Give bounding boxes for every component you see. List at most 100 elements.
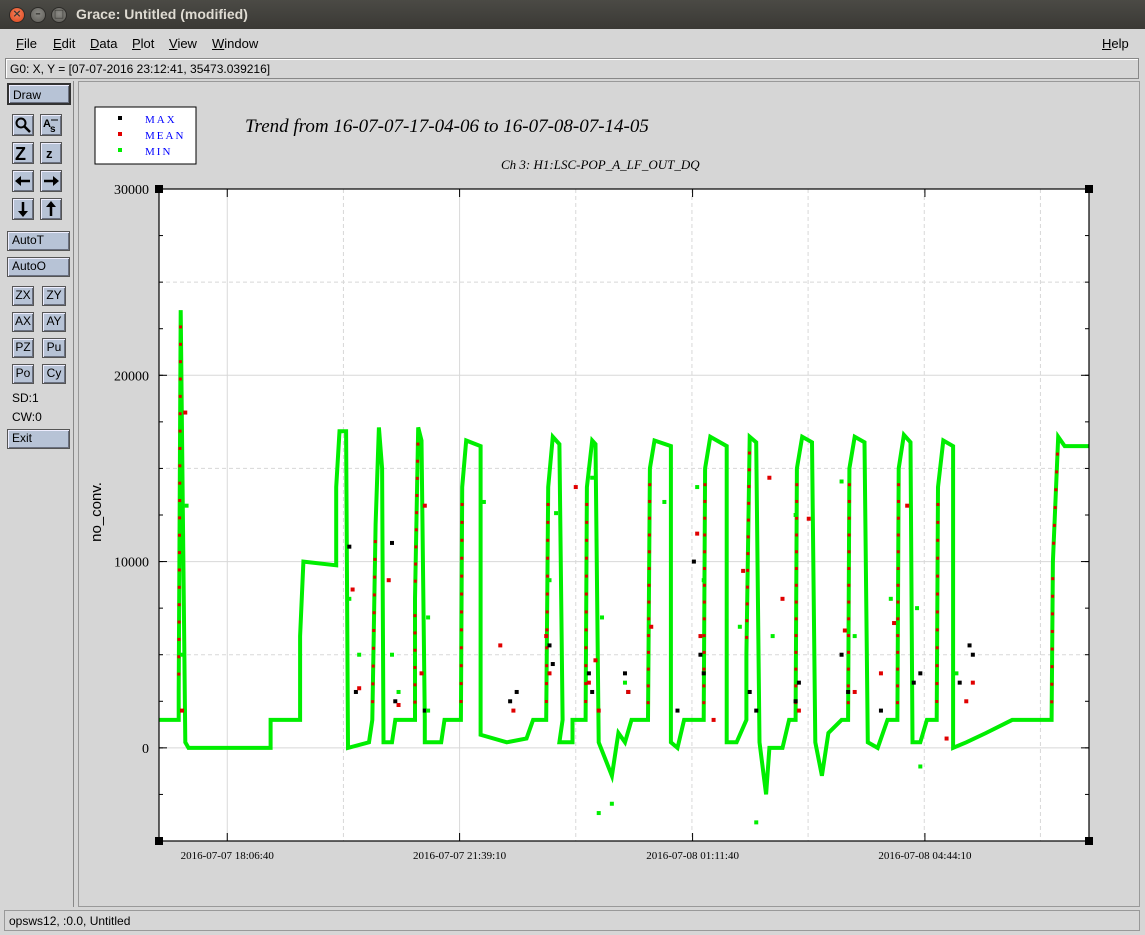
mean-point <box>585 520 589 524</box>
ay-button[interactable]: AY <box>42 312 66 332</box>
draw-button[interactable]: Draw <box>7 83 71 105</box>
mean-point <box>177 655 181 659</box>
mean-point <box>745 602 749 606</box>
minimize-icon: – <box>35 7 41 20</box>
min-point <box>852 634 857 639</box>
close-icon: × <box>12 7 22 20</box>
min-point <box>915 606 920 611</box>
mean-point <box>648 499 652 503</box>
mean-point <box>767 475 772 480</box>
scroll-right-button[interactable] <box>40 170 62 192</box>
mean-point <box>896 516 900 520</box>
svg-text:z: z <box>46 146 53 161</box>
max-point <box>839 652 844 657</box>
mean-point <box>847 533 851 537</box>
mean-point <box>416 442 420 446</box>
mean-point <box>745 619 749 623</box>
zx-button[interactable]: ZX <box>12 286 34 306</box>
min-point <box>357 652 362 657</box>
mean-point <box>646 650 650 654</box>
min-point <box>426 615 431 620</box>
mean-point <box>371 700 375 704</box>
max-point <box>747 689 752 694</box>
mean-point <box>414 528 418 532</box>
mean-point <box>847 567 851 571</box>
mean-point <box>794 684 798 688</box>
menu-view[interactable]: View <box>169 36 197 51</box>
mean-point <box>895 701 899 705</box>
minimize-window-button[interactable]: – <box>30 7 46 23</box>
mean-point <box>647 600 651 604</box>
mean-point <box>357 686 362 691</box>
min-point <box>554 511 559 516</box>
min-point <box>754 820 759 825</box>
autot-button[interactable]: AutoT <box>7 231 70 251</box>
mean-point <box>896 617 900 621</box>
po-button[interactable]: Po <box>12 364 34 384</box>
mean-point <box>896 600 900 604</box>
cy-button[interactable]: Cy <box>42 364 66 384</box>
mean-point <box>419 671 424 676</box>
mean-point <box>177 637 181 641</box>
plot-canvas[interactable]: 0 10000 20000 30000 2016-07-07 18:06:40 2016-… <box>78 81 1140 907</box>
menu-file[interactable]: File <box>16 36 37 51</box>
mean-point <box>177 551 181 555</box>
exit-button[interactable]: Exit <box>7 429 70 449</box>
zoom-button[interactable] <box>12 114 34 136</box>
mean-point <box>545 592 549 596</box>
autoscale-text-button[interactable]: As <box>40 114 62 136</box>
ax-button[interactable]: AX <box>12 312 34 332</box>
min-point <box>662 499 667 504</box>
max-point <box>918 671 923 676</box>
mean-point <box>846 684 850 688</box>
maximize-window-button[interactable]: □ <box>51 7 67 23</box>
min-point <box>793 513 798 517</box>
expand-z-button[interactable]: Z <box>12 142 34 164</box>
min-point <box>600 615 605 620</box>
min-point <box>737 624 742 629</box>
mean-point <box>935 610 939 614</box>
min-point <box>179 652 184 657</box>
mean-point <box>178 464 182 468</box>
svg-text:Z: Z <box>15 144 26 163</box>
pz-button[interactable]: PZ <box>12 338 34 358</box>
max-point <box>547 643 552 648</box>
y-tick-label: 10000 <box>114 556 149 571</box>
min-point <box>590 475 595 480</box>
shrink-z-button[interactable]: z <box>40 142 62 164</box>
mean-point <box>702 634 706 638</box>
max-point <box>698 652 703 657</box>
scroll-up-button[interactable] <box>40 198 62 220</box>
mean-point <box>1055 470 1059 474</box>
mean-point <box>177 620 181 624</box>
mean-point <box>544 700 548 704</box>
chart-svg[interactable]: 0 10000 20000 30000 2016-07-07 18:06:40 2016-… <box>79 82 1139 906</box>
close-window-button[interactable]: × <box>9 7 25 23</box>
mean-point <box>545 610 549 614</box>
menu-plot[interactable]: Plot <box>132 36 154 51</box>
zy-button[interactable]: ZY <box>42 286 66 306</box>
max-point <box>675 708 680 713</box>
up-arrow-icon <box>46 201 56 216</box>
pu-button[interactable]: Pu <box>42 338 66 358</box>
mean-point <box>936 556 940 560</box>
min-point <box>547 578 552 583</box>
mean-point <box>459 664 463 668</box>
autoo-button[interactable]: AutoO <box>7 257 70 277</box>
mean-point <box>795 533 799 537</box>
y-tick-label: 20000 <box>114 369 149 384</box>
svg-text:s: s <box>50 124 56 135</box>
max-point <box>911 680 916 685</box>
mean-point <box>703 516 707 520</box>
menu-edit[interactable]: Edit <box>53 36 75 51</box>
menu-help[interactable]: Help <box>1102 36 1129 51</box>
mean-point <box>178 342 182 346</box>
mean-point <box>459 700 463 704</box>
mean-point <box>1051 577 1055 581</box>
menu-data[interactable]: Data <box>90 36 117 51</box>
menu-window[interactable]: Window <box>212 36 258 51</box>
mean-point <box>747 468 751 472</box>
mean-point <box>703 499 707 503</box>
scroll-left-button[interactable] <box>12 170 34 192</box>
scroll-down-button[interactable] <box>12 198 34 220</box>
